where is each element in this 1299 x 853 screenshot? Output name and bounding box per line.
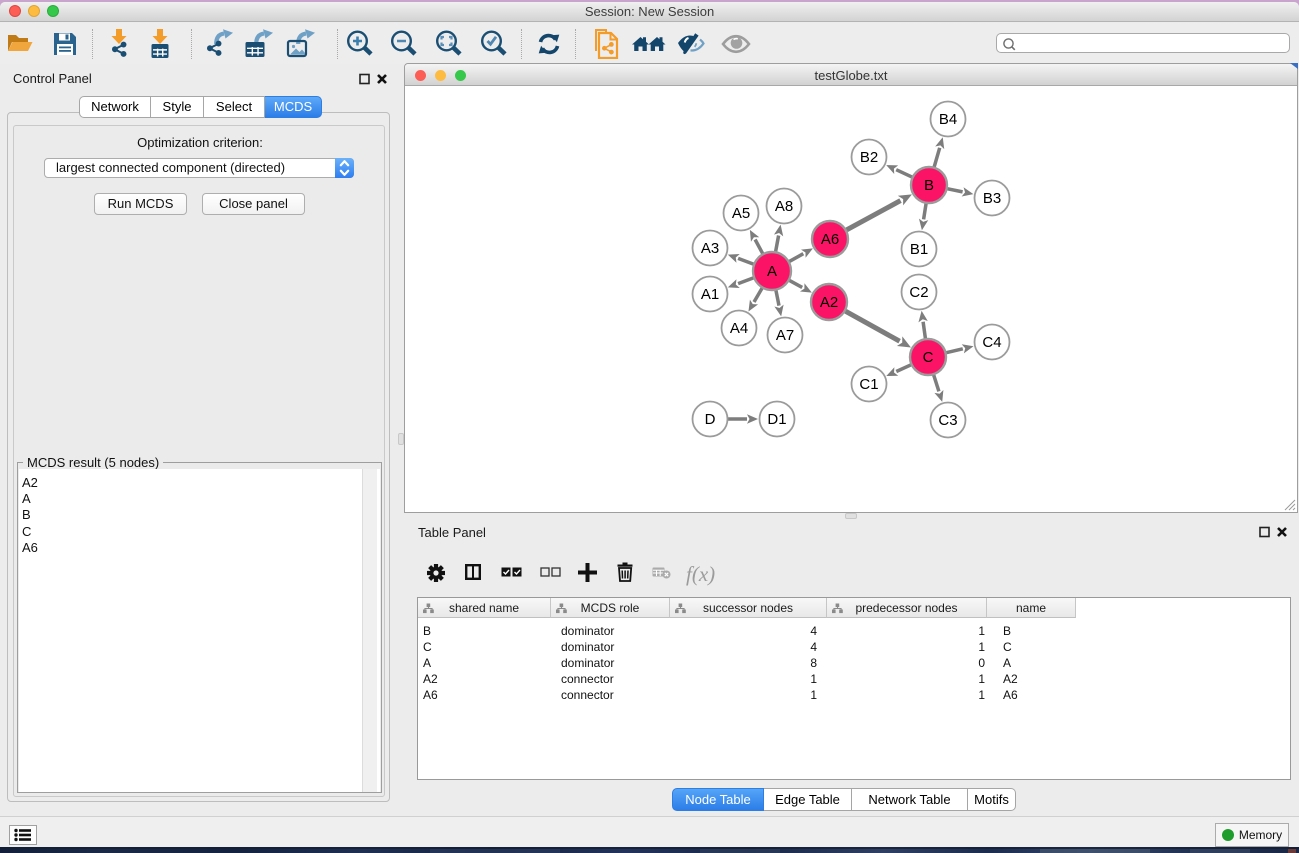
svg-text:A1: A1 [701, 286, 719, 303]
svg-text:C1: C1 [859, 376, 878, 393]
svg-text:A3: A3 [701, 240, 719, 257]
svg-text:D: D [705, 411, 716, 428]
svg-text:C2: C2 [909, 284, 928, 301]
svg-text:C: C [923, 349, 934, 366]
svg-text:A8: A8 [775, 198, 793, 215]
svg-text:A2: A2 [820, 294, 838, 311]
svg-text:A4: A4 [730, 320, 748, 337]
svg-text:D1: D1 [767, 411, 786, 428]
svg-text:C4: C4 [982, 334, 1001, 351]
svg-text:B1: B1 [910, 241, 928, 258]
svg-text:A5: A5 [732, 205, 750, 222]
svg-text:A7: A7 [776, 327, 794, 344]
svg-text:B2: B2 [860, 149, 878, 166]
svg-text:B4: B4 [939, 111, 957, 128]
svg-text:B: B [924, 177, 934, 194]
svg-text:A: A [767, 263, 777, 280]
svg-text:B3: B3 [983, 190, 1001, 207]
svg-text:C3: C3 [938, 412, 957, 429]
svg-text:A6: A6 [821, 231, 839, 248]
